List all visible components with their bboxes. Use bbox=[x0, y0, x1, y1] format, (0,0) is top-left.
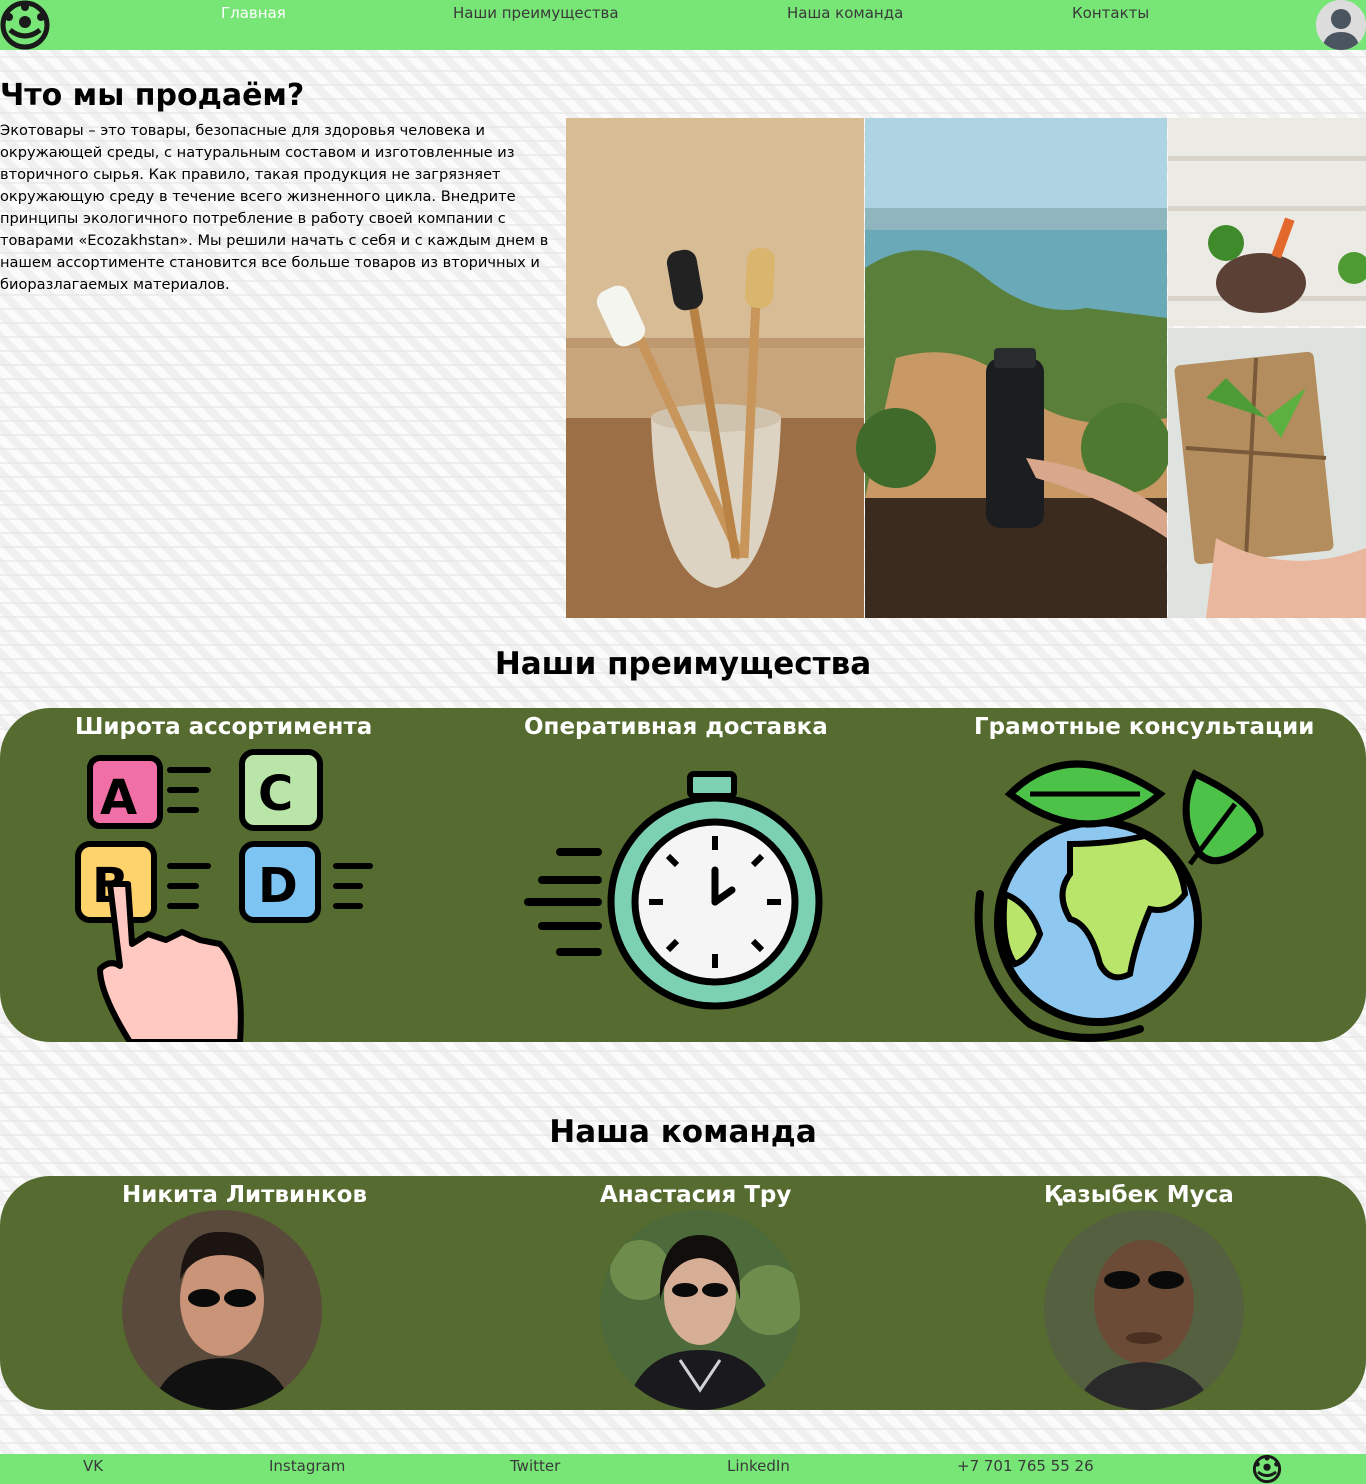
sell-title: Что мы продаём? bbox=[0, 78, 305, 113]
member-photo bbox=[1044, 1210, 1244, 1410]
stopwatch-icon bbox=[524, 771, 823, 1010]
team-panel: Никита Литвинков Анастасия Тру Қазыбек М… bbox=[0, 1176, 1366, 1410]
nav-advantages[interactable]: Наши преимущества bbox=[453, 4, 619, 24]
nav-home[interactable]: Главная bbox=[221, 4, 286, 24]
member-name: Анастасия Тру bbox=[600, 1182, 792, 1208]
team-title: Наша команда bbox=[549, 1114, 817, 1150]
footer-link-instagram[interactable]: Instagram bbox=[269, 1457, 345, 1475]
earth-leaves-icon bbox=[974, 760, 1264, 1042]
advantage-title: Оперативная доставка bbox=[524, 714, 828, 740]
user-icon bbox=[1316, 0, 1366, 50]
footer-logo-icon[interactable] bbox=[1252, 1454, 1282, 1484]
sell-description: Экотовары – это товары, безопасные для з… bbox=[0, 122, 549, 293]
advantages-title: Наши преимущества bbox=[494, 646, 872, 682]
advantage-title: Широта ассортимента bbox=[75, 714, 373, 740]
footer-link-vk[interactable]: VK bbox=[83, 1457, 103, 1475]
nav-team[interactable]: Наша команда bbox=[787, 4, 903, 24]
footer: VK Instagram Twitter LinkedIn +7 701 765… bbox=[0, 1454, 1366, 1484]
member-name: Никита Литвинков bbox=[122, 1182, 368, 1208]
products-collage-image bbox=[566, 118, 1366, 618]
footer-phone[interactable]: +7 701 765 55 26 bbox=[957, 1457, 1094, 1475]
logo-icon[interactable] bbox=[0, 0, 50, 50]
advantages-panel: Широта ассортимента Оперативная доставка… bbox=[0, 708, 1366, 1042]
user-avatar[interactable] bbox=[1316, 0, 1366, 50]
footer-link-twitter[interactable]: Twitter bbox=[510, 1457, 560, 1475]
abcd-choice-icon: A C B D bbox=[75, 749, 373, 1042]
svg-text:D: D bbox=[258, 858, 298, 914]
svg-text:A: A bbox=[100, 770, 137, 826]
footer-link-linkedin[interactable]: LinkedIn bbox=[727, 1457, 790, 1475]
svg-text:C: C bbox=[258, 766, 293, 822]
member-photo bbox=[122, 1210, 322, 1410]
header: Главная Наши преимущества Наша команда К… bbox=[0, 0, 1366, 50]
member-photo bbox=[600, 1210, 800, 1410]
nav-contacts[interactable]: Контакты bbox=[1072, 4, 1149, 24]
advantage-title: Грамотные консультации bbox=[974, 714, 1315, 740]
member-name: Қазыбек Муса bbox=[1044, 1182, 1234, 1208]
